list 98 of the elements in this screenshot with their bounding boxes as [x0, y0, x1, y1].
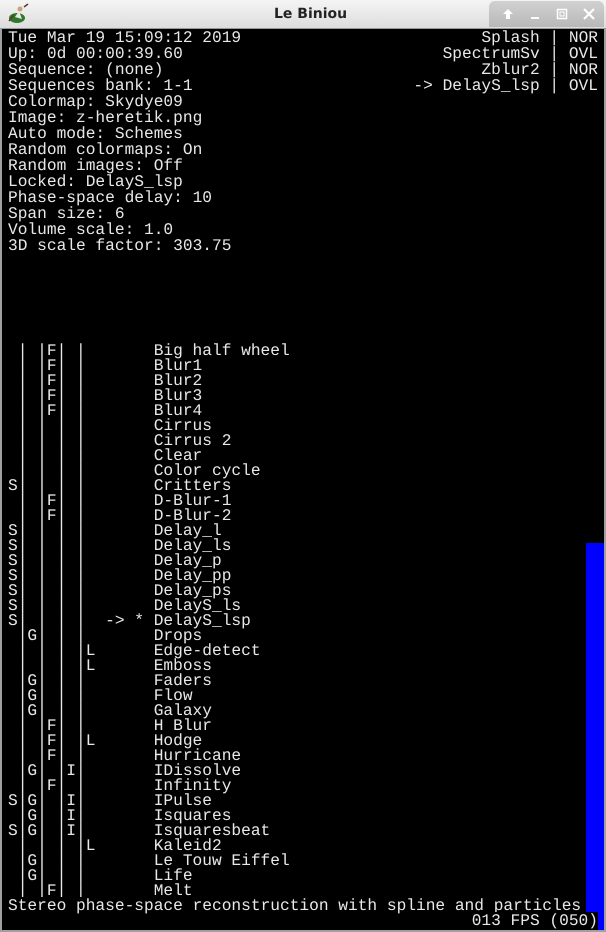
plugin-flags: | | | | — [16, 434, 87, 449]
fps-counter: 013 FPS (050) — [472, 912, 598, 930]
status-line: Span size: 6 — [8, 205, 125, 223]
plugin-flags: | |F| | — [16, 749, 86, 764]
plugin-name: Melt — [154, 884, 193, 899]
plugin-name: IPulse — [154, 794, 212, 809]
status-line: Image: z-heretik.png — [8, 109, 202, 127]
plugin-flags: | |F| | — [18, 494, 87, 509]
plugin-name: Critters — [154, 479, 232, 494]
plugin-flags: | | | |L — [16, 644, 96, 659]
plugin-name: Edge-detect — [154, 644, 261, 659]
layer-entry: Splash | NOR — [481, 29, 598, 47]
plugin-flags: | |F| |L — [16, 734, 96, 749]
plugin-name: Isquaresbeat — [154, 824, 270, 839]
plugin-name: Galaxy — [154, 704, 212, 719]
plugin-flags: | |F| | — [16, 389, 87, 404]
plugin-name: Life — [154, 869, 193, 884]
plugin-name: Cirrus — [154, 419, 212, 434]
plugin-name: Blur1 — [154, 359, 202, 374]
status-line: Auto mode: Schemes — [8, 125, 183, 143]
plugin-name: Blur3 — [154, 389, 202, 404]
current-marker: -> * — [105, 614, 145, 629]
plugin-name: Big half wheel — [154, 344, 290, 359]
plugin-flags: |G| |I| — [16, 764, 87, 779]
arrow-up-icon[interactable] — [501, 7, 515, 21]
plugin-flags: | | | | — [16, 449, 87, 464]
plugin-name: DelayS_ls — [154, 599, 242, 614]
layer-entry: Zblur2 | NOR — [481, 61, 598, 79]
window-title: Le Biniou — [274, 6, 348, 22]
plugin-flags: S| | | | — [8, 554, 87, 569]
plugin-name: Isquares — [154, 809, 232, 824]
plugin-flags: S| | | | — [8, 539, 87, 554]
plugin-name: Le Touw Eiffel — [154, 854, 290, 869]
plugin-name: Cirrus 2 — [154, 434, 232, 449]
plugin-flags: |G| | | — [16, 869, 87, 884]
status-line: Random images: Off — [8, 157, 183, 175]
layer-entry: SpectrumSv | OVL — [442, 45, 598, 63]
plugin-flags: | | | | — [18, 464, 87, 479]
plugin-flags: | | | |L — [16, 659, 96, 674]
plugin-name: Emboss — [154, 659, 212, 674]
plugin-name: Delay_pp — [154, 569, 232, 584]
plugin-flags: S| | | | — [8, 479, 87, 494]
plugin-flags: S| | | | — [8, 614, 87, 629]
plugin-name: Infinity — [154, 779, 232, 794]
plugin-flags: S| | | | — [8, 584, 87, 599]
plugin-flags: |G| | | — [16, 854, 86, 869]
plugin-name: DelayS_lsp — [154, 614, 251, 629]
plugin-flags: S| | | | — [8, 599, 87, 614]
plugin-name: Delay_l — [154, 524, 222, 539]
plugin-name: Flow — [154, 689, 193, 704]
plugin-flags: |G| | | — [16, 704, 87, 719]
plugin-name: Faders — [154, 674, 212, 689]
plugin-flags: | | | | — [16, 419, 87, 434]
status-line: Phase-space delay: 10 — [8, 189, 212, 207]
status-line: Colormap: Skydye09 — [8, 93, 183, 111]
plugin-name: Clear — [154, 449, 202, 464]
plugin-name: H Blur — [154, 719, 212, 734]
status-line: Sequences bank: 1-1 — [8, 77, 193, 95]
plugin-name: Hurricane — [154, 749, 242, 764]
plugin-flags: S| | | | — [8, 569, 87, 584]
plugin-flags: | |F| | — [16, 374, 87, 389]
status-line: Tue Mar 19 15:09:12 2019 — [8, 29, 242, 47]
plugin-flags: S|G| |I| — [8, 824, 86, 839]
status-line: Sequence: (none) — [8, 61, 164, 79]
plugin-flags: | |F| | — [16, 404, 87, 419]
status-line: Locked: DelayS_lsp — [8, 173, 183, 191]
plugin-name: Blur4 — [154, 404, 202, 419]
status-line: Random colormaps: On — [8, 141, 202, 159]
plugin-flags: | |F| | — [18, 509, 87, 524]
plugin-flags: |G| |I| — [18, 809, 87, 824]
plugin-flags: | |F| | — [16, 359, 87, 374]
plugin-flags: | |F| | — [16, 344, 87, 359]
plugin-flags: S|G| |I| — [8, 794, 87, 809]
close-icon[interactable] — [582, 7, 596, 21]
plugin-name: Kaleid2 — [154, 839, 222, 854]
plugin-name: Blur2 — [154, 374, 202, 389]
status-line: Volume scale: 1.0 — [8, 221, 174, 239]
plugin-flags: S| | | | — [8, 524, 87, 539]
plugin-name: D-Blur-2 — [154, 509, 232, 524]
plugin-name: Hodge — [154, 734, 202, 749]
plugin-flags: |G| | | — [16, 674, 86, 689]
plugin-name: Drops — [154, 629, 202, 644]
plugin-flags: | | | |L — [18, 839, 96, 854]
plugin-name: IDissolve — [154, 764, 242, 779]
plugin-flags: | |F| | — [16, 719, 86, 734]
plugin-name: Delay_p — [154, 554, 222, 569]
plugin-name: Color cycle — [154, 464, 261, 479]
plugin-name: D-Blur-1 — [154, 494, 232, 509]
app-icon — [6, 3, 30, 25]
plugin-flags: |G| | | — [18, 629, 86, 644]
plugin-name: Delay_ls — [154, 539, 232, 554]
maximize-icon[interactable] — [555, 7, 569, 21]
status-line: Up: 0d 00:00:39.60 — [8, 45, 183, 63]
plugin-name: Delay_ps — [154, 584, 232, 599]
status-line: 3D scale factor: 303.75 — [8, 237, 232, 255]
plugin-flags: | |F| | — [18, 779, 87, 794]
layer-entry: -> DelayS_lsp | OVL — [413, 77, 598, 95]
plugin-flags: |G| | | — [16, 689, 87, 704]
